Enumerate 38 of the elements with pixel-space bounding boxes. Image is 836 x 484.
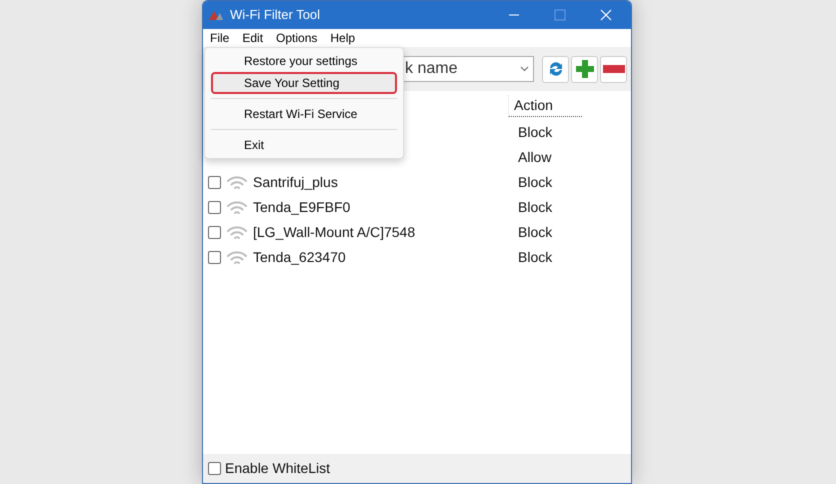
menu-item[interactable]: File [210, 29, 230, 47]
close-icon[interactable] [600, 9, 612, 21]
network-name: Tenda_623470 [253, 248, 346, 267]
menu-option[interactable]: Restore your settings [211, 50, 397, 72]
network-name: Tenda_E9FBF0 [253, 198, 350, 217]
action-cell-text: Block [517, 223, 552, 242]
action-cell-text: Block [517, 123, 552, 142]
minus-icon [602, 65, 624, 73]
plus-icon [574, 59, 594, 79]
checkbox[interactable] [208, 251, 221, 264]
add-button[interactable] [571, 56, 598, 82]
action-cell-text: Block [517, 198, 552, 217]
refresh-button[interactable] [542, 56, 569, 82]
menu-item[interactable]: Edit [242, 29, 264, 47]
checkbox[interactable] [208, 226, 221, 239]
window-title: Wi-Fi Filter Tool [230, 6, 322, 24]
checkbox[interactable] [208, 201, 221, 214]
menu-item[interactable]: Help [330, 29, 356, 47]
wifi-icon [226, 250, 248, 266]
action-cell-text: Block [517, 173, 552, 192]
menu-option[interactable]: Restart Wi-Fi Service [211, 103, 397, 125]
wifi-icon [226, 174, 248, 190]
checkbox[interactable] [208, 462, 221, 475]
action-cell-text: Allow [517, 148, 552, 167]
whitelist-label: Enable WhiteList [225, 459, 330, 478]
wifi-icon [226, 200, 248, 216]
network-name: Santrifuj_plus [253, 173, 338, 192]
wifi-icon [226, 224, 248, 240]
action-cell-text: Block [517, 248, 552, 267]
network-name: [LG_Wall-Mount A/C]7548 [253, 223, 416, 242]
menu-option[interactable]: Save Your Setting [211, 72, 397, 94]
remove-button[interactable] [600, 56, 627, 82]
menu-option[interactable]: Exit [211, 134, 397, 156]
menu-item[interactable]: Options [276, 29, 318, 47]
app-logo-icon [208, 9, 224, 21]
chevron-down-icon [520, 66, 529, 72]
column-header[interactable]: Action [508, 95, 582, 117]
checkbox[interactable] [208, 176, 221, 189]
